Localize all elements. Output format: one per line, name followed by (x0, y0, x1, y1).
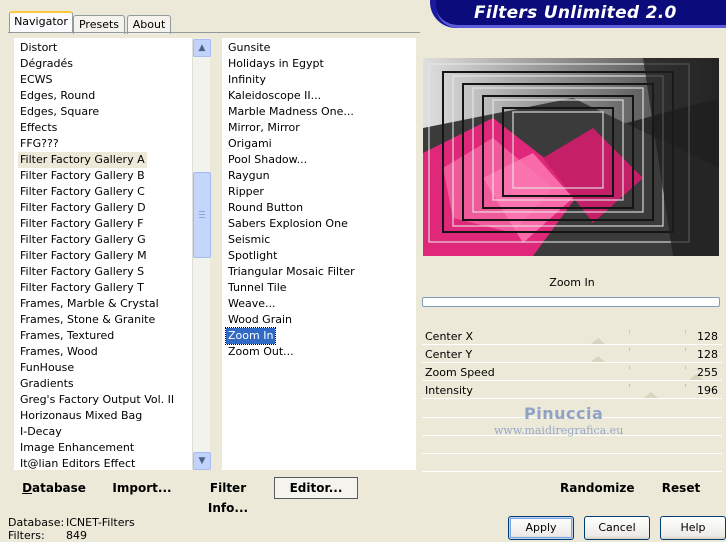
scroll-thumb[interactable] (193, 172, 211, 258)
category-item[interactable]: Edges, Round (18, 88, 97, 104)
apply-button[interactable]: Apply (508, 516, 574, 540)
category-item[interactable]: Dégradés (18, 56, 75, 72)
category-item[interactable]: Filter Factory Gallery B (18, 168, 147, 184)
filter-item[interactable]: Seismic (226, 232, 272, 248)
filter-item[interactable]: Mirror, Mirror (226, 120, 302, 136)
filter-item[interactable]: Triangular Mosaic Filter (226, 264, 357, 280)
category-item[interactable]: Filter Factory Gallery S (18, 264, 146, 280)
category-item[interactable]: FunHouse (18, 360, 76, 376)
category-item[interactable]: It@lian Editors Effect (18, 456, 137, 470)
category-item[interactable]: Effects (18, 120, 59, 136)
filter-item[interactable]: Marble Madness One... (226, 104, 356, 120)
filter-item[interactable]: Weave... (226, 296, 278, 312)
category-item[interactable]: Horizonaus Mixed Bag (18, 408, 144, 424)
category-item[interactable]: Filter Factory Gallery M (18, 248, 149, 264)
filters-label: Filters: (8, 529, 45, 542)
category-item[interactable]: ECWS (18, 72, 55, 88)
slider-thumb[interactable] (591, 356, 605, 362)
filter-item[interactable]: Gunsite (226, 40, 272, 56)
param-value: 128 (697, 348, 718, 361)
empty-param-slot (422, 436, 722, 454)
param-slider[interactable]: Center Y 128 (422, 346, 722, 363)
filter-item[interactable]: Kaleidoscope II... (226, 88, 323, 104)
preview-image (423, 58, 719, 256)
param-value: 255 (697, 366, 718, 379)
category-item[interactable]: Filter Factory Gallery T (18, 280, 146, 296)
database-value: ICNET-Filters (66, 516, 135, 529)
param-label: Center X (425, 330, 474, 343)
watermark-name: Pinuccia (524, 404, 604, 423)
category-item[interactable]: FFG??? (18, 136, 61, 152)
watermark-url: www.maidiregrafica.eu (494, 424, 624, 437)
progress-bar (422, 297, 720, 307)
filter-item[interactable]: Round Button (226, 200, 305, 216)
help-button[interactable]: Help (660, 516, 726, 540)
preview-artwork (423, 58, 719, 256)
filter-item[interactable]: Origami (226, 136, 274, 152)
category-item[interactable]: Frames, Stone & Granite (18, 312, 157, 328)
param-slider[interactable]: Center X 128 (422, 328, 722, 345)
category-item[interactable]: Image Enhancement (18, 440, 136, 456)
slider-thumb[interactable] (591, 338, 605, 344)
selected-filter-name: Zoom In (549, 276, 595, 289)
category-item[interactable]: Filter Factory Gallery A (18, 152, 147, 168)
filter-item[interactable]: Zoom In (224, 327, 277, 345)
tab-navigator[interactable]: Navigator (9, 11, 73, 33)
category-item[interactable]: Filter Factory Gallery F (18, 216, 145, 232)
filter-item[interactable]: Wood Grain (226, 312, 294, 328)
filter-item[interactable]: Zoom Out... (226, 344, 296, 360)
category-item[interactable]: Frames, Wood (18, 344, 100, 360)
param-label: Zoom Speed (425, 366, 495, 379)
category-item[interactable]: Greg's Factory Output Vol. II (18, 392, 176, 408)
param-slider[interactable]: Intensity 196 (422, 382, 722, 399)
filter-item[interactable]: Infinity (226, 72, 268, 88)
filters-count: 849 (66, 529, 87, 542)
param-label: Intensity (425, 384, 473, 397)
filter-item[interactable]: Sabers Explosion One (226, 216, 350, 232)
randomize-button[interactable]: Randomize (560, 478, 634, 498)
title-banner: Filters Unlimited 2.0 (430, 0, 726, 28)
filter-item[interactable]: Pool Shadow... (226, 152, 309, 168)
param-slider[interactable]: Zoom Speed 255 (422, 364, 722, 381)
database-button[interactable]: Database (20, 478, 88, 498)
scroll-up-button[interactable]: ▲ (193, 39, 211, 57)
database-label: Database: (8, 516, 65, 529)
banner-title: Filters Unlimited 2.0 (474, 3, 677, 23)
filter-info-button[interactable]: Filter Info... (192, 478, 264, 515)
param-value: 196 (697, 384, 718, 397)
category-item[interactable]: Filter Factory Gallery D (18, 200, 148, 216)
empty-param-slot (422, 454, 722, 472)
editor-button[interactable]: Editor... (274, 477, 358, 499)
scroll-down-button[interactable]: ▼ (193, 452, 211, 470)
category-item[interactable]: I-Decay (18, 424, 64, 440)
category-list[interactable]: Distort Dégradés ECWS Edges, Round Edges, Sq… (14, 38, 192, 470)
category-item[interactable]: Filter Factory Gallery C (18, 184, 147, 200)
param-label: Center Y (425, 348, 473, 361)
category-item[interactable]: Frames, Textured (18, 328, 116, 344)
slider-thumb[interactable] (643, 392, 658, 398)
cancel-button[interactable]: Cancel (584, 516, 650, 540)
reset-button[interactable]: Reset (658, 478, 704, 498)
category-item[interactable]: Edges, Square (18, 104, 101, 120)
import-button[interactable]: Import... (112, 478, 172, 498)
category-scrollbar[interactable]: ▲ ▼ (192, 38, 211, 470)
filter-item[interactable]: Tunnel Tile (226, 280, 289, 296)
filter-item[interactable]: Spotlight (226, 248, 279, 264)
category-item[interactable]: Frames, Marble & Crystal (18, 296, 161, 312)
param-value: 128 (697, 330, 718, 343)
filter-item[interactable]: Raygun (226, 168, 272, 184)
filter-item[interactable]: Ripper (226, 184, 266, 200)
category-item[interactable]: Distort (18, 40, 59, 56)
category-item[interactable]: Filter Factory Gallery G (18, 232, 148, 248)
filter-item[interactable]: Holidays in Egypt (226, 56, 326, 72)
category-item[interactable]: Gradients (18, 376, 76, 392)
filter-list[interactable]: Gunsite Holidays in Egypt Infinity Kaleidos… (222, 38, 416, 470)
